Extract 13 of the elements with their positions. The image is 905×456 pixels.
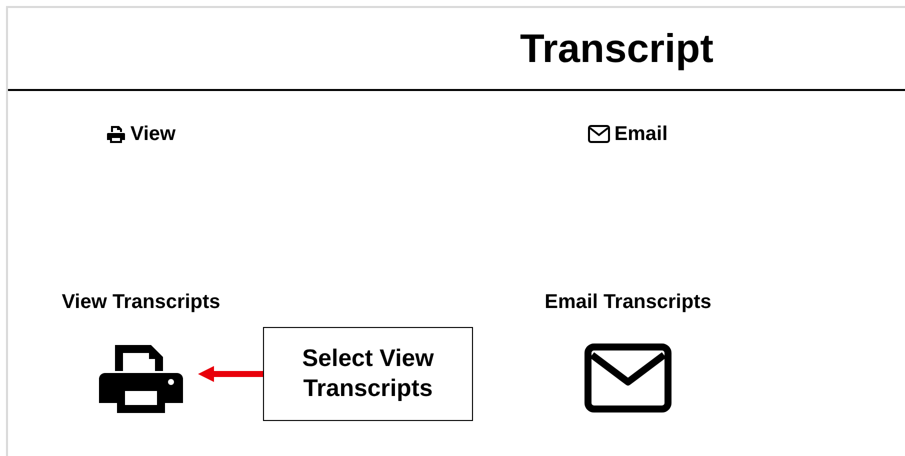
envelope-icon [584, 343, 672, 413]
transcript-button[interactable] [584, 343, 672, 413]
card-title: View Transcripts [62, 290, 220, 315]
pointer-arrow [198, 364, 263, 384]
tab-link[interactable]: Email [588, 119, 668, 149]
printer-icon [99, 343, 183, 413]
page-title: Transcript [520, 26, 714, 72]
card-title: Email Transcripts [544, 290, 712, 315]
printer-icon [106, 125, 126, 143]
callout-text: Select View Transcripts [301, 344, 435, 404]
transcript-button[interactable] [99, 343, 183, 413]
envelope-icon [588, 125, 610, 143]
tab-link[interactable]: View [106, 119, 176, 149]
